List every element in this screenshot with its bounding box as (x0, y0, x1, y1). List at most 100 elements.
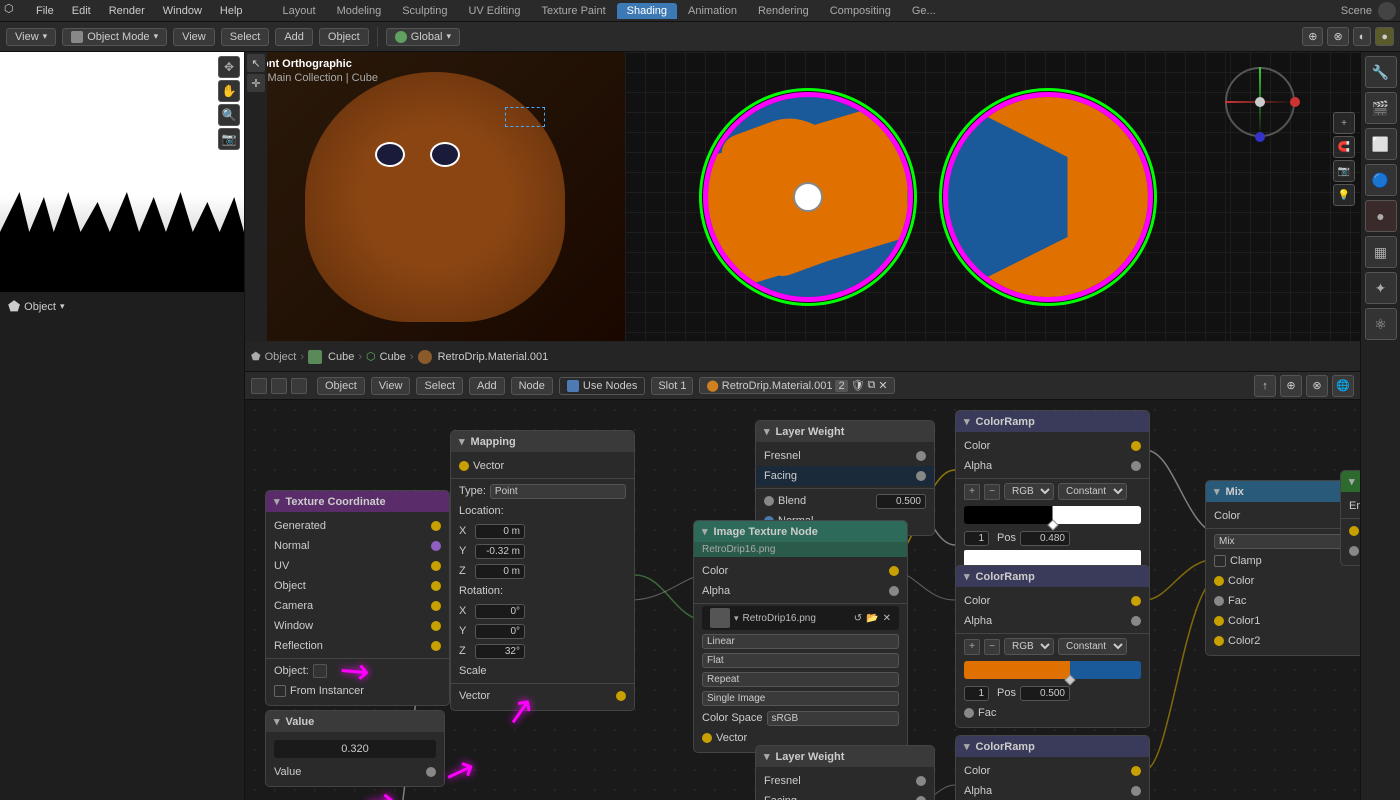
from-instancer-checkbox[interactable] (274, 685, 286, 697)
img-new-icon[interactable]: ✕ (883, 613, 891, 624)
object-mode-btn[interactable]: Object Mode ▾ (62, 28, 167, 46)
nav-zoom-btn[interactable]: 🔍 (218, 104, 240, 126)
gizmo-center-dot[interactable] (1255, 97, 1265, 107)
mix-mode-select[interactable]: Mix (1214, 534, 1360, 549)
tc-window-socket[interactable] (431, 621, 441, 631)
cr2-add-stop[interactable]: + (964, 639, 980, 655)
cr3-color-out-socket[interactable] (1131, 766, 1141, 776)
mapping-vector-out-socket[interactable] (616, 691, 626, 701)
img-vector-in-socket[interactable] (702, 733, 712, 743)
nav-camera-btn[interactable]: 📷 (218, 128, 240, 150)
breadcrumb-cube1[interactable]: Cube (328, 351, 354, 363)
tc-object-field[interactable] (313, 664, 327, 678)
menu-edit[interactable]: Edit (64, 3, 99, 19)
mapping-z-val[interactable]: 0 m (475, 564, 525, 579)
cr1-pos-val[interactable]: 0.480 (1020, 531, 1070, 546)
tab-shading[interactable]: Shading (617, 3, 677, 19)
mapping-rz-val[interactable]: 32° (475, 644, 525, 659)
mix-collapse[interactable]: ▾ (1214, 485, 1220, 498)
lw-top-facing-socket[interactable] (916, 471, 926, 481)
ne-overlay-btn[interactable]: ⊕ (1280, 375, 1302, 397)
mapping-ry-val[interactable]: 0° (475, 624, 525, 639)
gizmo-x-dot[interactable] (1290, 97, 1300, 107)
tab-uv-editing[interactable]: UV Editing (458, 3, 530, 19)
value-out-socket[interactable] (426, 767, 436, 777)
select-btn[interactable]: Select (221, 28, 270, 46)
menu-file[interactable]: File (28, 3, 62, 19)
mapping-rx-val[interactable]: 0° (475, 604, 525, 619)
tab-modeling[interactable]: Modeling (327, 3, 392, 19)
lw-bot-facing-socket[interactable] (916, 796, 926, 800)
ne-filter-btn[interactable]: ⊗ (1306, 375, 1328, 397)
gizmo-z-dot[interactable] (1255, 132, 1265, 142)
breadcrumb-cube2[interactable]: Cube (380, 351, 406, 363)
tools-panel-btn[interactable]: 🔧 (1365, 56, 1397, 88)
mapping-x-val[interactable]: 0 m (475, 524, 525, 539)
img-dropdown-icon[interactable]: ▾ (734, 613, 739, 624)
gizmo-toggle[interactable]: ⊗ (1327, 27, 1348, 46)
cr1-stop-num[interactable]: 1 (964, 531, 989, 546)
material-panel-btn[interactable]: ● (1365, 200, 1397, 232)
img-collapse[interactable]: ▾ (702, 525, 708, 538)
tc-generated-socket[interactable] (431, 521, 441, 531)
tab-compositing[interactable]: Compositing (820, 3, 901, 19)
cr1-interp-select[interactable]: Constant (1058, 483, 1127, 500)
mapping-type-select[interactable]: Point (490, 484, 626, 499)
texture-panel-btn[interactable]: ▦ (1365, 236, 1397, 268)
tc-collapse-btn[interactable]: ▾ (274, 495, 280, 508)
modifier-panel-btn[interactable]: 🔵 (1365, 164, 1397, 196)
object-btn[interactable]: Object (319, 28, 369, 46)
mix-color1-socket[interactable] (1214, 616, 1224, 626)
mapping-y-val[interactable]: -0.32 m (475, 544, 525, 559)
close-icon[interactable]: ✕ (878, 379, 887, 392)
add-object-btn[interactable]: + (1333, 112, 1355, 134)
physics-panel-btn[interactable]: ⚛ (1365, 308, 1397, 340)
cr1-add-stop[interactable]: + (964, 484, 980, 500)
cr1-alpha-out-socket[interactable] (1131, 461, 1141, 471)
cr1-ramp-bar[interactable] (964, 506, 1141, 524)
cr2-interp-select[interactable]: Constant (1058, 638, 1127, 655)
material-selector[interactable]: ⬤ RetroDrip.Material.001 2 🛡 ⧉ ✕ (699, 377, 894, 394)
lw-top-collapse[interactable]: ▾ (764, 425, 770, 438)
scene-panel-btn[interactable]: 🎬 (1365, 92, 1397, 124)
cr1-remove-stop[interactable]: − (984, 484, 1000, 500)
view-btn[interactable]: View (173, 28, 215, 46)
emission-color-socket[interactable] (1349, 526, 1359, 536)
view-menu-btn[interactable]: View ▾ (6, 28, 56, 46)
menu-help[interactable]: Help (212, 3, 251, 19)
snap-btn[interactable]: 🧲 (1333, 136, 1355, 158)
select-tool-btn[interactable]: ↖ (247, 54, 265, 72)
tab-texture-paint[interactable]: Texture Paint (531, 3, 615, 19)
lw-top-blend-socket[interactable] (764, 496, 774, 506)
tab-ge[interactable]: Ge... (902, 3, 946, 19)
ne-object-btn[interactable]: Object (317, 377, 365, 395)
tc-normal-socket[interactable] (431, 541, 441, 551)
mix-fac-in-socket[interactable] (1214, 596, 1224, 606)
emission-collapse[interactable]: ▾ (1349, 475, 1355, 488)
select-box-btn[interactable] (251, 378, 267, 394)
select-circle-btn[interactable] (271, 378, 287, 394)
render-preview-btn[interactable]: ● (1375, 27, 1394, 46)
img-ext-select[interactable]: Repeat (702, 672, 899, 687)
ne-node-btn[interactable]: Node (511, 377, 553, 395)
cr2-color-out-socket[interactable] (1131, 596, 1141, 606)
tab-layout[interactable]: Layout (273, 3, 326, 19)
tab-sculpting[interactable]: Sculpting (392, 3, 457, 19)
value-display[interactable]: 0.320 (274, 740, 436, 758)
cursor-tool-btn[interactable]: ✛ (247, 74, 265, 92)
img-proj-select[interactable]: Flat (702, 653, 899, 668)
mapping-vector-in-socket[interactable] (459, 461, 469, 471)
lw-bot-collapse[interactable]: ▾ (764, 750, 770, 763)
add-btn[interactable]: Add (275, 28, 313, 46)
cr1-collapse[interactable]: ▾ (964, 415, 970, 428)
menu-render[interactable]: Render (101, 3, 153, 19)
cr2-mode-select[interactable]: RGB (1004, 638, 1054, 655)
mix-color-in-socket[interactable] (1214, 576, 1224, 586)
cr2-pos-val[interactable]: 0.500 (1020, 686, 1070, 701)
nav-hand-btn[interactable]: ✋ (218, 80, 240, 102)
value-collapse[interactable]: ▾ (274, 715, 280, 728)
cr2-ramp-bar[interactable] (964, 661, 1141, 679)
lw-top-blend-val[interactable]: 0.500 (876, 494, 926, 509)
ne-view-toggle-btn[interactable]: 🌐 (1332, 375, 1354, 397)
cr3-collapse[interactable]: ▾ (964, 740, 970, 753)
